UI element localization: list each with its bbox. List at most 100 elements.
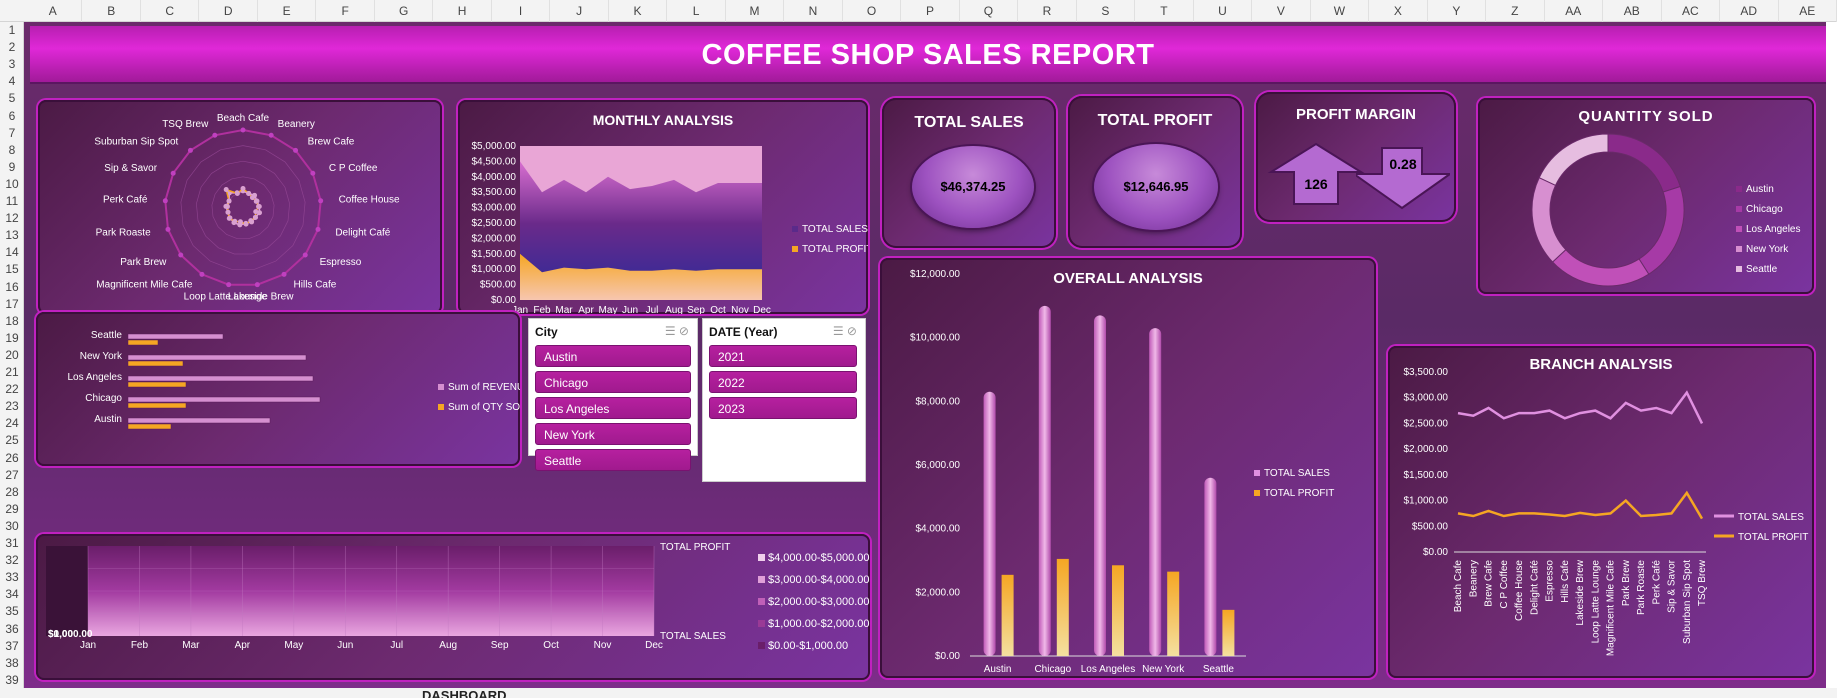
row-header[interactable]: 1 (0, 22, 24, 39)
column-header[interactable]: H (433, 0, 492, 22)
dashboard: COFFEE SHOP SALES REPORT Beach Cafe Beane… (24, 22, 1826, 688)
column-header[interactable]: E (258, 0, 317, 22)
column-header[interactable]: U (1194, 0, 1253, 22)
city-slicer-item[interactable]: Austin (535, 345, 691, 367)
row-header[interactable]: 22 (0, 381, 24, 398)
sheet-tab-dashboard[interactable]: DASHBOARD (410, 688, 519, 698)
city-slicer[interactable]: City ☰ ⊘ Austin Chicago Los Angeles New … (528, 318, 698, 471)
column-header[interactable]: L (667, 0, 726, 22)
column-header[interactable]: A (24, 0, 83, 22)
row-header[interactable]: 4 (0, 73, 24, 90)
sheet-tab-bar (0, 688, 1837, 698)
column-header[interactable]: AB (1603, 0, 1662, 22)
column-header[interactable]: AD (1720, 0, 1779, 22)
city-slicer-item[interactable]: Seattle (535, 449, 691, 471)
row-header[interactable]: 37 (0, 638, 24, 655)
column-header[interactable]: B (82, 0, 141, 22)
column-header[interactable]: Z (1486, 0, 1545, 22)
column-header[interactable]: I (492, 0, 551, 22)
column-header[interactable]: Y (1428, 0, 1487, 22)
overall-analysis-card[interactable]: OVERALL ANALYSIS $0.00 $2,000.00 $4,000.00… (880, 258, 1376, 678)
column-header[interactable]: M (726, 0, 785, 22)
branch-analysis-card[interactable]: BRANCH ANALYSIS $0.00 $500.00 $1,000.00 $1,… (1388, 346, 1814, 678)
row-header[interactable]: 12 (0, 210, 24, 227)
total-sales-card[interactable]: TOTAL SALES $46,374.25 (882, 98, 1056, 248)
column-header[interactable]: X (1369, 0, 1428, 22)
year-slicer[interactable]: DATE (Year) ☰ ⊘ 2021 2022 2023 (702, 318, 866, 482)
row-header[interactable]: 9 (0, 159, 24, 176)
row-header[interactable]: 38 (0, 655, 24, 672)
row-header[interactable]: 32 (0, 552, 24, 569)
radar-chart-card[interactable]: Beach Cafe Beanery Brew Cafe C P Coffee Coff… (38, 100, 442, 314)
row-header[interactable]: 2 (0, 39, 24, 56)
column-header[interactable]: W (1311, 0, 1370, 22)
column-header[interactable]: AE (1779, 0, 1837, 22)
row-header[interactable]: 24 (0, 415, 24, 432)
total-profit-card[interactable]: TOTAL PROFIT $12,646.95 (1068, 96, 1242, 248)
column-header[interactable]: S (1077, 0, 1136, 22)
row-header[interactable]: 26 (0, 450, 24, 467)
radar-marker (302, 252, 308, 258)
row-header[interactable]: 10 (0, 176, 24, 193)
row-header[interactable]: 31 (0, 535, 24, 552)
city-slicer-item[interactable]: New York (535, 423, 691, 445)
column-header[interactable]: T (1135, 0, 1194, 22)
monthly-analysis-card[interactable]: MONTHLY ANALYSIS $0.00 $500.00 $1,000.00 $1… (458, 100, 868, 314)
year-slicer-item[interactable]: 2022 (709, 371, 857, 393)
column-header[interactable]: K (609, 0, 668, 22)
row-header[interactable]: 7 (0, 125, 24, 142)
row-header[interactable]: 14 (0, 244, 24, 261)
row-header[interactable]: 3 (0, 56, 24, 73)
column-header[interactable]: N (784, 0, 843, 22)
row-header[interactable]: 30 (0, 518, 24, 535)
row-header[interactable]: 35 (0, 603, 24, 620)
slicer-filter-icons[interactable]: ☰ ⊘ (665, 324, 689, 338)
sales-bar (1204, 477, 1217, 656)
row-header[interactable]: 17 (0, 296, 24, 313)
column-header[interactable]: F (316, 0, 375, 22)
row-header[interactable]: 15 (0, 261, 24, 278)
row-header[interactable]: 20 (0, 347, 24, 364)
city-slicer-item[interactable]: Chicago (535, 371, 691, 393)
row-header[interactable]: 29 (0, 501, 24, 518)
revenue-qty-card[interactable]: Seattle New York Los Angeles Chicago Austin S… (36, 312, 520, 466)
row-header[interactable]: 16 (0, 279, 24, 296)
row-header[interactable]: 11 (0, 193, 24, 210)
column-header[interactable]: AA (1545, 0, 1604, 22)
row-header[interactable]: 21 (0, 364, 24, 381)
row-header[interactable]: 19 (0, 330, 24, 347)
profit-margin-card[interactable]: PROFIT MARGIN 126 0.28 (1256, 92, 1456, 222)
year-slicer-item[interactable]: 2021 (709, 345, 857, 367)
column-header[interactable]: G (375, 0, 434, 22)
slicer-filter-icons[interactable]: ☰ ⊘ (833, 324, 857, 338)
city-slicer-item[interactable]: Los Angeles (535, 397, 691, 419)
row-header[interactable]: 8 (0, 142, 24, 159)
row-header[interactable]: 6 (0, 108, 24, 125)
row-header[interactable]: 27 (0, 467, 24, 484)
row-header[interactable]: 39 (0, 672, 24, 689)
row-header[interactable]: 5 (0, 90, 24, 107)
column-header[interactable]: C (141, 0, 200, 22)
row-header[interactable]: 33 (0, 569, 24, 586)
year-slicer-item[interactable]: 2023 (709, 397, 857, 419)
row-header[interactable]: 34 (0, 586, 24, 603)
row-header[interactable]: 23 (0, 398, 24, 415)
row-header[interactable]: 28 (0, 484, 24, 501)
column-header[interactable]: Q (960, 0, 1019, 22)
row-header[interactable]: 25 (0, 432, 24, 449)
row-header[interactable]: 13 (0, 227, 24, 244)
row-header[interactable]: 18 (0, 313, 24, 330)
column-header[interactable]: AC (1662, 0, 1721, 22)
column-header[interactable]: V (1252, 0, 1311, 22)
surface-chart-card[interactable]: Jan Feb Mar Apr May Jun Jul Aug Sep Oct Nov Dec $0.0… (36, 534, 870, 680)
radar-point (224, 204, 230, 210)
quantity-sold-card[interactable]: QUANTITY SOLD Austin Chicago Los Angeles Ne… (1478, 98, 1814, 294)
column-header[interactable]: R (1018, 0, 1077, 22)
column-header[interactable]: P (901, 0, 960, 22)
column-header[interactable]: D (199, 0, 258, 22)
legend-label: Seattle (1746, 264, 1778, 275)
column-header[interactable]: O (843, 0, 902, 22)
row-header[interactable]: 36 (0, 621, 24, 638)
column-header[interactable]: J (550, 0, 609, 22)
radar-axis-label: Perk Café (103, 195, 148, 206)
